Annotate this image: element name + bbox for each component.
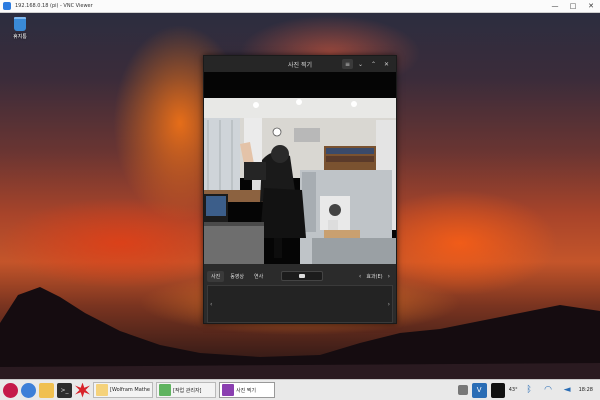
system-tray: V 43° ᛒ ◠ ◄ 18:28	[457, 382, 597, 398]
task-label: [작업 관리자]	[173, 387, 202, 394]
thumbnail-strip: ‹ ›	[207, 285, 393, 323]
task-label: 사진 찍기	[236, 387, 256, 394]
hamburger-menu-icon[interactable]: ≡	[342, 59, 353, 69]
vnc-close-button[interactable]: ✕	[582, 0, 600, 13]
browser-globe-icon[interactable]	[21, 382, 36, 398]
shutter-button[interactable]	[281, 271, 324, 281]
trash-label: 휴지통	[13, 34, 27, 40]
camera-preview-area	[204, 72, 396, 264]
task-label: [Wolfram Mathem...	[110, 387, 150, 393]
vnc-minimize-button[interactable]: —	[546, 0, 564, 13]
trash-desktop-item[interactable]: 휴지통	[7, 17, 33, 40]
vnc-maximize-button[interactable]: □	[564, 0, 582, 13]
raspberry-menu-icon[interactable]	[3, 382, 18, 398]
clock[interactable]: 18:28	[579, 387, 593, 393]
folder-icon	[96, 384, 108, 396]
maximize-icon[interactable]: ⌃	[368, 59, 379, 69]
task-manager-icon	[159, 384, 171, 396]
camera-live-feed	[204, 98, 396, 264]
photo-mode-button[interactable]: 사진	[207, 270, 225, 282]
vnc-title-bar: 192.168.0.18 (pi) - VNC Viewer — □ ✕	[0, 0, 600, 13]
camera-controls-bar: 사진 동영상 연사 ‹ 효과(E) ›	[204, 269, 396, 283]
thumbnail-prev-icon[interactable]: ‹	[210, 301, 212, 308]
camera-icon	[299, 274, 306, 278]
thumbnail-next-icon[interactable]: ›	[388, 301, 390, 308]
bluetooth-icon[interactable]: ᛒ	[522, 383, 537, 398]
effects-button[interactable]: 효과(E)	[366, 273, 382, 280]
clipboard-icon[interactable]	[457, 385, 468, 395]
taskbar: >_ [Wolfram Mathem... [작업 관리자] 사진 찍기 V 4…	[0, 379, 600, 400]
trash-icon	[14, 17, 26, 31]
burst-mode-button[interactable]: 연사	[250, 271, 267, 282]
task-manager-task[interactable]: [작업 관리자]	[156, 382, 216, 398]
vnc-logo-icon	[3, 2, 11, 10]
minimize-icon[interactable]: ⌄	[355, 59, 366, 69]
cpu-temperature: 43°	[508, 387, 518, 393]
wolfram-burst-icon[interactable]	[75, 382, 90, 398]
cpu-monitor-icon[interactable]	[490, 382, 505, 398]
file-manager-folder-icon[interactable]	[39, 382, 54, 398]
vnc-window-title: 192.168.0.18 (pi) - VNC Viewer	[15, 3, 93, 9]
wifi-icon[interactable]: ◠	[541, 383, 556, 398]
volume-icon[interactable]: ◄	[560, 383, 575, 398]
effect-next-arrow-icon[interactable]: ›	[385, 273, 393, 280]
vnc-server-icon[interactable]: V	[471, 382, 487, 398]
effect-prev-arrow-icon[interactable]: ‹	[356, 273, 364, 280]
camera-app-window: 사진 찍기 ≡ ⌄ ⌃ ✕ 사진 동영상 연사 ‹ 효과(E) › ‹ ›	[203, 55, 397, 324]
close-icon[interactable]: ✕	[381, 59, 392, 69]
camera-title-bar: 사진 찍기 ≡ ⌄ ⌃ ✕	[204, 56, 396, 72]
task-camera[interactable]: 사진 찍기	[219, 382, 275, 398]
task-wolfram-mathematica[interactable]: [Wolfram Mathem...	[93, 382, 153, 398]
video-mode-button[interactable]: 동영상	[226, 271, 248, 282]
terminal-icon[interactable]: >_	[57, 382, 72, 398]
camera-app-icon	[222, 384, 234, 396]
